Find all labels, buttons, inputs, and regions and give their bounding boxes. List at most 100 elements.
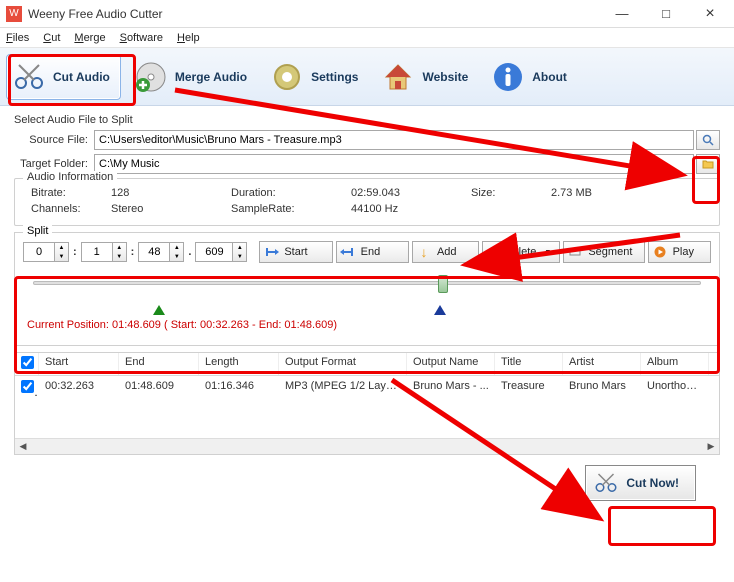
maximize-button[interactable]: □ — [644, 0, 688, 28]
title-bar: W Weeny Free Audio Cutter — □ × — [0, 0, 734, 28]
scroll-left-button[interactable]: ◀ — [15, 439, 31, 455]
cell-album: Unorthodox — [641, 378, 709, 398]
size-value: 2.73 MB — [551, 187, 631, 199]
col-length[interactable]: Length — [199, 353, 279, 375]
toolbar-settings-label: Settings — [311, 70, 358, 84]
toolbar: Cut Audio Merge Audio Settings Website A… — [0, 48, 734, 106]
cell-name: Bruno Mars - ... — [407, 378, 495, 398]
window-title: Weeny Free Audio Cutter — [28, 7, 600, 21]
end-marker-icon — [341, 245, 355, 259]
col-title[interactable]: Title — [495, 353, 563, 375]
toolbar-website[interactable]: Website — [376, 55, 478, 99]
minutes-input[interactable] — [81, 242, 113, 262]
segments-table: Start End Length Output Format Output Na… — [14, 352, 720, 455]
source-file-label: Source File: — [14, 134, 94, 146]
current-position-text: Current Position: 01:48.609 ( Start: 00:… — [23, 317, 711, 337]
duration-label: Duration: — [231, 187, 351, 199]
cell-start: 00:32.263 — [39, 378, 119, 398]
cell-format: MP3 (MPEG 1/2 Layer 3) — [279, 378, 407, 398]
info-icon — [490, 59, 526, 95]
split-section: Split ▲▼ : ▲▼ : ▲▼ . ▲▼ Start End ↓Add ×… — [14, 232, 720, 346]
menu-files[interactable]: Files — [6, 32, 29, 44]
position-slider[interactable] — [33, 277, 701, 301]
hours-spinner[interactable]: ▲▼ — [23, 242, 69, 262]
browse-target-button[interactable] — [696, 154, 720, 174]
end-button[interactable]: End — [336, 241, 409, 263]
select-file-label: Select Audio File to Split — [14, 114, 720, 126]
seconds-spinner[interactable]: ▲▼ — [138, 242, 184, 262]
start-marker-icon — [264, 245, 278, 259]
segment-icon — [568, 245, 582, 259]
split-legend: Split — [23, 225, 52, 237]
cell-length: 01:16.346 — [199, 378, 279, 398]
channels-value: Stereo — [111, 203, 231, 215]
toolbar-merge-label: Merge Audio — [175, 70, 247, 84]
audio-info-section: Audio Information Bitrate: 128 Duration:… — [14, 178, 720, 226]
minimize-button[interactable]: — — [600, 0, 644, 28]
toolbar-cut-label: Cut Audio — [53, 70, 110, 84]
samplerate-label: SampleRate: — [231, 203, 351, 215]
callout-box — [608, 506, 716, 546]
size-label: Size: — [471, 187, 551, 199]
col-name[interactable]: Output Name — [407, 353, 495, 375]
scroll-right-button[interactable]: ▶ — [703, 439, 719, 455]
horizontal-scrollbar[interactable]: ◀ ▶ — [15, 438, 719, 454]
start-button[interactable]: Start — [259, 241, 332, 263]
magnifier-icon — [702, 134, 714, 146]
add-button[interactable]: ↓Add — [412, 241, 479, 263]
toolbar-website-label: Website — [422, 70, 468, 84]
ms-input[interactable] — [195, 242, 233, 262]
bitrate-label: Bitrate: — [31, 187, 111, 199]
hours-input[interactable] — [23, 242, 55, 262]
toolbar-about[interactable]: About — [486, 55, 577, 99]
x-icon: × — [487, 245, 498, 259]
col-album[interactable]: Album — [641, 353, 709, 375]
cut-now-button[interactable]: Cut Now! — [585, 465, 696, 501]
menu-cut[interactable]: Cut — [43, 32, 60, 44]
menu-bar: Files Cut Merge Software Help — [0, 28, 734, 48]
table-row[interactable]: 00:32.263 01:48.609 01:16.346 MP3 (MPEG … — [15, 376, 719, 400]
end-marker-icon — [434, 305, 446, 315]
toolbar-settings[interactable]: Settings — [265, 55, 368, 99]
scissors-icon — [11, 59, 47, 95]
cell-end: 01:48.609 — [119, 378, 199, 398]
toolbar-cut-audio[interactable]: Cut Audio — [6, 54, 121, 100]
gear-icon — [269, 59, 305, 95]
scissors-icon — [594, 471, 618, 495]
row-checkbox[interactable] — [21, 380, 34, 393]
dropdown-chevron-icon: ▼ — [544, 249, 551, 256]
menu-help[interactable]: Help — [177, 32, 200, 44]
menu-software[interactable]: Software — [120, 32, 163, 44]
app-icon: W — [6, 6, 22, 22]
seconds-input[interactable] — [138, 242, 170, 262]
bitrate-value: 128 — [111, 187, 231, 199]
channels-label: Channels: — [31, 203, 111, 215]
delete-button[interactable]: ×Delete▼ — [482, 241, 560, 263]
house-icon — [380, 59, 416, 95]
slider-handle[interactable] — [438, 275, 448, 293]
folder-icon — [702, 158, 714, 170]
play-icon — [653, 245, 667, 259]
browse-source-button[interactable] — [696, 130, 720, 150]
col-artist[interactable]: Artist — [563, 353, 641, 375]
menu-merge[interactable]: Merge — [74, 32, 105, 44]
segment-button[interactable]: Segment — [563, 241, 644, 263]
audio-info-legend: Audio Information — [23, 171, 117, 183]
col-end[interactable]: End — [119, 353, 199, 375]
ms-spinner[interactable]: ▲▼ — [195, 242, 247, 262]
col-checkbox[interactable] — [15, 353, 39, 375]
minutes-spinner[interactable]: ▲▼ — [81, 242, 127, 262]
close-button[interactable]: × — [688, 0, 732, 28]
cd-plus-icon — [133, 59, 169, 95]
samplerate-value: 44100 Hz — [351, 203, 471, 215]
down-arrow-icon: ↓ — [417, 245, 431, 259]
target-folder-input[interactable] — [94, 154, 694, 174]
target-folder-label: Target Folder: — [14, 158, 94, 170]
toolbar-merge-audio[interactable]: Merge Audio — [129, 55, 257, 99]
col-start[interactable]: Start — [39, 353, 119, 375]
play-button[interactable]: Play — [648, 241, 711, 263]
col-format[interactable]: Output Format — [279, 353, 407, 375]
source-file-input[interactable] — [94, 130, 694, 150]
cell-title: Treasure — [495, 378, 563, 398]
toolbar-about-label: About — [532, 70, 567, 84]
